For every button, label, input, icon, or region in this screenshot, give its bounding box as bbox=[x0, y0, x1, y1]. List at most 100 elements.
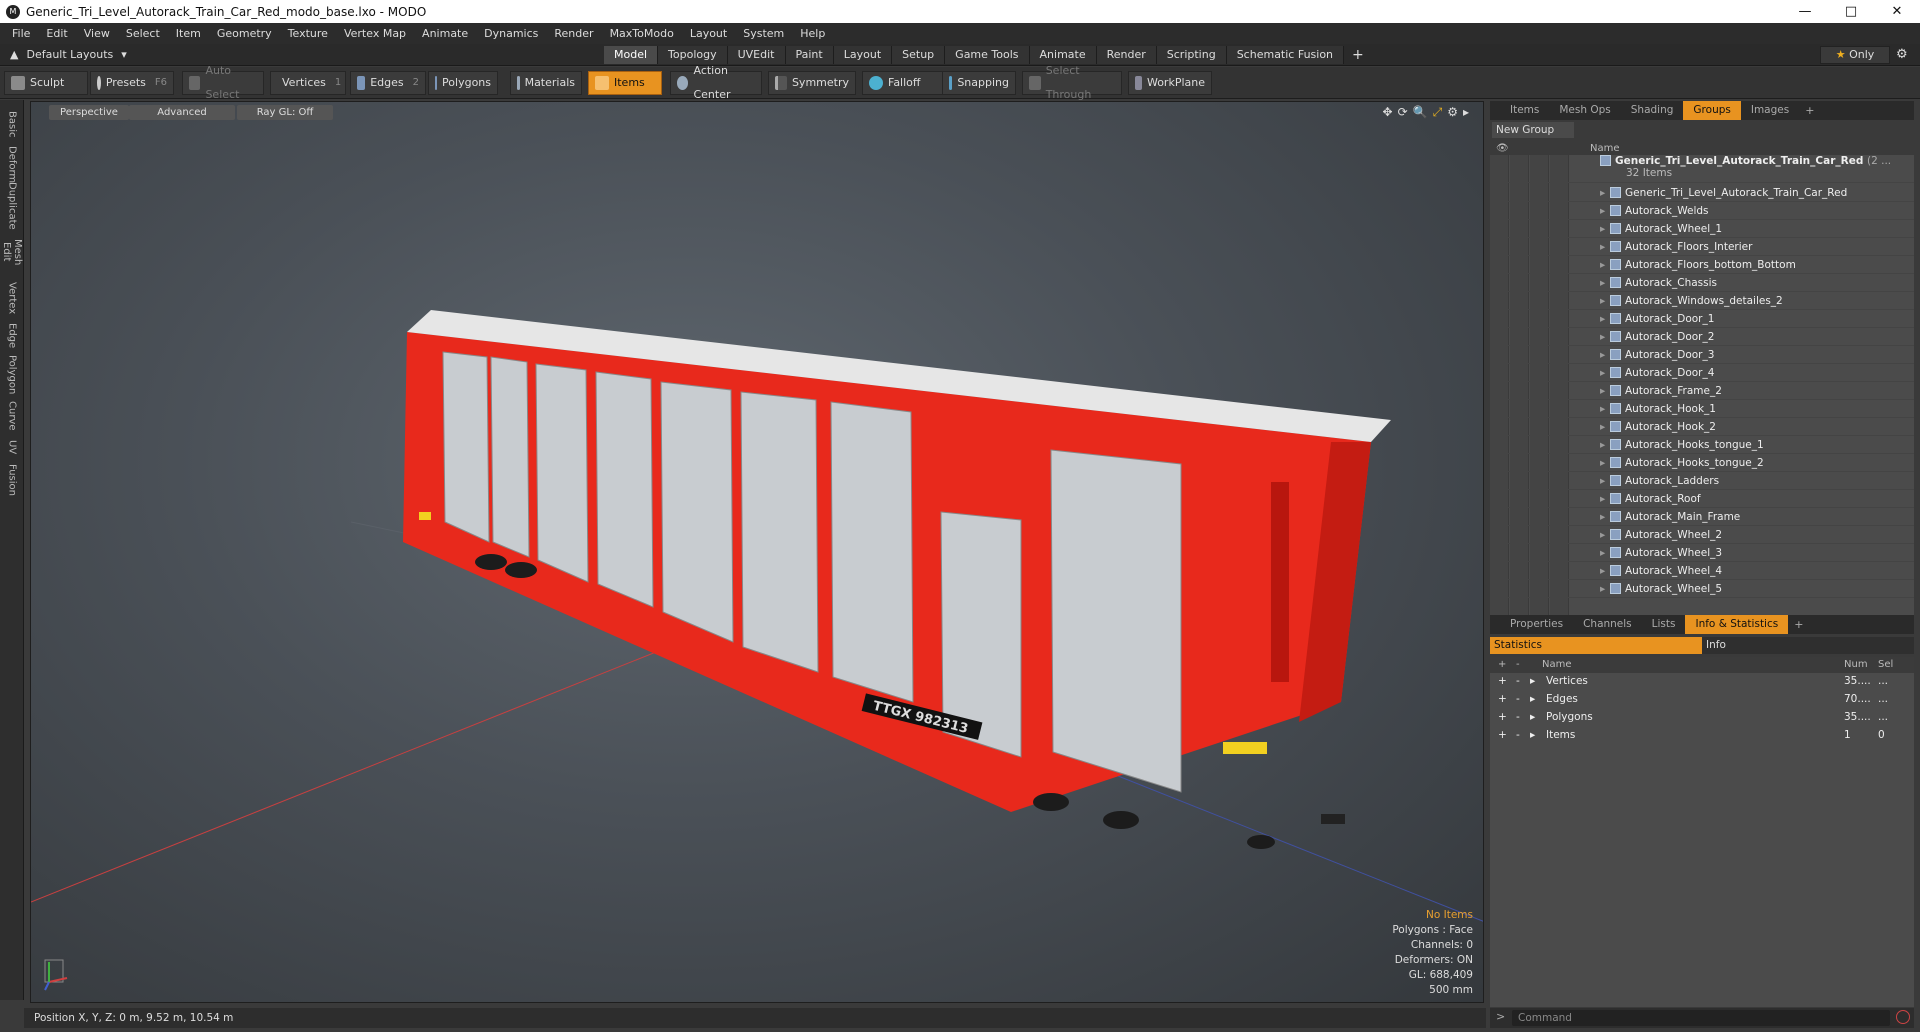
left-tab-vertex[interactable]: Vertex bbox=[0, 278, 24, 318]
auto-select-button[interactable]: Auto Select bbox=[182, 64, 264, 101]
outliner-tab-shading[interactable]: Shading bbox=[1621, 101, 1684, 120]
tree-item[interactable]: ▸ Autorack_Door_1 bbox=[1490, 310, 1914, 328]
expand-arrow-icon[interactable]: ▸ bbox=[1600, 238, 1605, 256]
tree-item[interactable]: ▸ Autorack_Windows_detailes_2 bbox=[1490, 292, 1914, 310]
outliner-tab-items[interactable]: Items bbox=[1500, 101, 1549, 120]
expand-arrow-icon[interactable]: ▸ bbox=[1600, 274, 1605, 292]
left-tab-fusion[interactable]: Fusion bbox=[0, 460, 24, 500]
stat-row[interactable]: + - ▸ Vertices 35....... bbox=[1490, 673, 1914, 691]
left-tab-polygon[interactable]: Polygon bbox=[0, 354, 24, 396]
disclosure-icon[interactable]: ▸ bbox=[1530, 729, 1535, 741]
expand-arrow-icon[interactable]: ▸ bbox=[1600, 454, 1605, 472]
left-tab-uv[interactable]: UV bbox=[0, 436, 24, 458]
tab-game-tools[interactable]: Game Tools bbox=[945, 46, 1030, 64]
group-row[interactable]: Generic_Tri_Level_Autorack_Train_Car_Red… bbox=[1490, 155, 1914, 183]
collapse-icon[interactable]: - bbox=[1516, 693, 1520, 705]
tree-item[interactable]: ▸ Autorack_Main_Frame bbox=[1490, 508, 1914, 526]
statistics-tab[interactable]: Statistics bbox=[1490, 637, 1702, 654]
collapse-all-icon[interactable]: - bbox=[1516, 659, 1520, 670]
select-through-button[interactable]: Select Through bbox=[1022, 64, 1122, 101]
items-button[interactable]: Items bbox=[588, 71, 662, 95]
tree-item[interactable]: ▸ Autorack_Ladders bbox=[1490, 472, 1914, 490]
menu-edit[interactable]: Edit bbox=[38, 23, 75, 44]
disclosure-icon[interactable]: ▸ bbox=[1530, 711, 1535, 723]
left-tab-curve[interactable]: Curve bbox=[0, 398, 24, 434]
expand-icon[interactable]: + bbox=[1498, 675, 1507, 687]
expand-icon[interactable]: + bbox=[1498, 693, 1507, 705]
materials-button[interactable]: Materials bbox=[510, 71, 582, 95]
menu-render[interactable]: Render bbox=[546, 23, 601, 44]
menu-animate[interactable]: Animate bbox=[414, 23, 476, 44]
menu-vertex-map[interactable]: Vertex Map bbox=[336, 23, 414, 44]
tree-item[interactable]: ▸ Autorack_Hooks_tongue_1 bbox=[1490, 436, 1914, 454]
outliner-tab-mesh-ops[interactable]: Mesh Ops bbox=[1549, 101, 1620, 120]
action-center-button[interactable]: Action Center bbox=[670, 64, 762, 101]
tree-item[interactable]: ▸ Autorack_Welds bbox=[1490, 202, 1914, 220]
tree-item[interactable]: ▸ Autorack_Wheel_2 bbox=[1490, 526, 1914, 544]
stat-row[interactable]: + - ▸ Items 1 0 bbox=[1490, 727, 1914, 745]
menu-help[interactable]: Help bbox=[792, 23, 833, 44]
vertices-button[interactable]: Vertices 1 bbox=[270, 71, 346, 95]
expand-icon[interactable]: + bbox=[1498, 729, 1507, 741]
new-group-button[interactable]: New Group bbox=[1492, 122, 1574, 138]
expand-icon[interactable]: + bbox=[1498, 711, 1507, 723]
falloff-button[interactable]: Falloff bbox=[862, 71, 946, 95]
tree-item[interactable]: ▸ Autorack_Hook_1 bbox=[1490, 400, 1914, 418]
expand-arrow-icon[interactable]: ▸ bbox=[1600, 472, 1605, 490]
edges-button[interactable]: Edges 2 bbox=[350, 71, 426, 95]
tree-item[interactable]: ▸ Autorack_Wheel_5 bbox=[1490, 580, 1914, 598]
properties-tab-lists[interactable]: Lists bbox=[1642, 615, 1686, 634]
tab-paint[interactable]: Paint bbox=[785, 46, 834, 64]
polygons-button[interactable]: Polygons bbox=[428, 71, 498, 95]
3d-viewport[interactable]: Perspective Advanced Ray GL: Off ✥ ⟳ 🔍 ⤢… bbox=[30, 101, 1484, 1003]
expand-arrow-icon[interactable]: ▸ bbox=[1600, 400, 1605, 418]
tab-model[interactable]: Model bbox=[604, 46, 659, 64]
expand-arrow-icon[interactable]: ▸ bbox=[1600, 562, 1605, 580]
gear-icon[interactable]: ⚙ bbox=[1896, 47, 1908, 62]
menu-dynamics[interactable]: Dynamics bbox=[476, 23, 546, 44]
expand-arrow-icon[interactable]: ▸ bbox=[1600, 328, 1605, 346]
expand-arrow-icon[interactable]: ▸ bbox=[1600, 310, 1605, 328]
menu-maxtomodo[interactable]: MaxToModo bbox=[602, 23, 682, 44]
close-icon[interactable]: ✕ bbox=[1874, 0, 1920, 23]
expand-all-icon[interactable]: + bbox=[1498, 659, 1506, 670]
symmetry-button[interactable]: Symmetry bbox=[768, 71, 856, 95]
tree-item[interactable]: ▸ Autorack_Door_4 bbox=[1490, 364, 1914, 382]
left-tab-deform[interactable]: Deform bbox=[0, 146, 24, 184]
expand-arrow-icon[interactable]: ▸ bbox=[1600, 436, 1605, 454]
menu-file[interactable]: File bbox=[4, 23, 38, 44]
tree-item[interactable]: ▸ Autorack_Floors_bottom_Bottom bbox=[1490, 256, 1914, 274]
sculpt-button[interactable]: Sculpt bbox=[4, 71, 88, 95]
properties-tab-channels[interactable]: Channels bbox=[1573, 615, 1642, 634]
tree-item[interactable]: ▸ Autorack_Door_2 bbox=[1490, 328, 1914, 346]
menu-texture[interactable]: Texture bbox=[280, 23, 336, 44]
expand-arrow-icon[interactable]: ▸ bbox=[1600, 418, 1605, 436]
add-panel-tab-icon[interactable]: + bbox=[1799, 104, 1820, 117]
snapping-button[interactable]: Snapping bbox=[942, 71, 1016, 95]
left-tab-mesh-edit[interactable]: Mesh Edit bbox=[0, 228, 24, 276]
menu-view[interactable]: View bbox=[76, 23, 118, 44]
collapse-icon[interactable]: - bbox=[1516, 675, 1520, 687]
tab-scripting[interactable]: Scripting bbox=[1156, 46, 1227, 64]
command-input[interactable]: Command bbox=[1512, 1010, 1890, 1026]
disclosure-icon[interactable]: ▸ bbox=[1530, 693, 1535, 705]
stat-row[interactable]: + - ▸ Edges 70....... bbox=[1490, 691, 1914, 709]
menu-select[interactable]: Select bbox=[118, 23, 168, 44]
menu-system[interactable]: System bbox=[735, 23, 792, 44]
tree-item[interactable]: ▸ Autorack_Hook_2 bbox=[1490, 418, 1914, 436]
stat-row[interactable]: + - ▸ Polygons 35....... bbox=[1490, 709, 1914, 727]
expand-arrow-icon[interactable]: ▸ bbox=[1600, 346, 1605, 364]
expand-arrow-icon[interactable]: ▸ bbox=[1600, 382, 1605, 400]
menu-layout[interactable]: Layout bbox=[682, 23, 735, 44]
menu-item[interactable]: Item bbox=[168, 23, 209, 44]
tab-schematic-fusion[interactable]: Schematic Fusion bbox=[1226, 46, 1345, 64]
disclosure-icon[interactable]: ▸ bbox=[1530, 675, 1535, 687]
outliner-tab-groups[interactable]: Groups bbox=[1683, 101, 1741, 120]
add-properties-tab-icon[interactable]: + bbox=[1788, 618, 1809, 631]
left-tab-basic[interactable]: Basic bbox=[0, 104, 24, 144]
tree-item[interactable]: ▸ Autorack_Hooks_tongue_2 bbox=[1490, 454, 1914, 472]
layout-selector[interactable]: Default Layouts bbox=[26, 44, 113, 66]
outliner-tab-images[interactable]: Images bbox=[1741, 101, 1799, 120]
expand-arrow-icon[interactable]: ▸ bbox=[1600, 184, 1605, 202]
properties-tab-properties[interactable]: Properties bbox=[1500, 615, 1573, 634]
